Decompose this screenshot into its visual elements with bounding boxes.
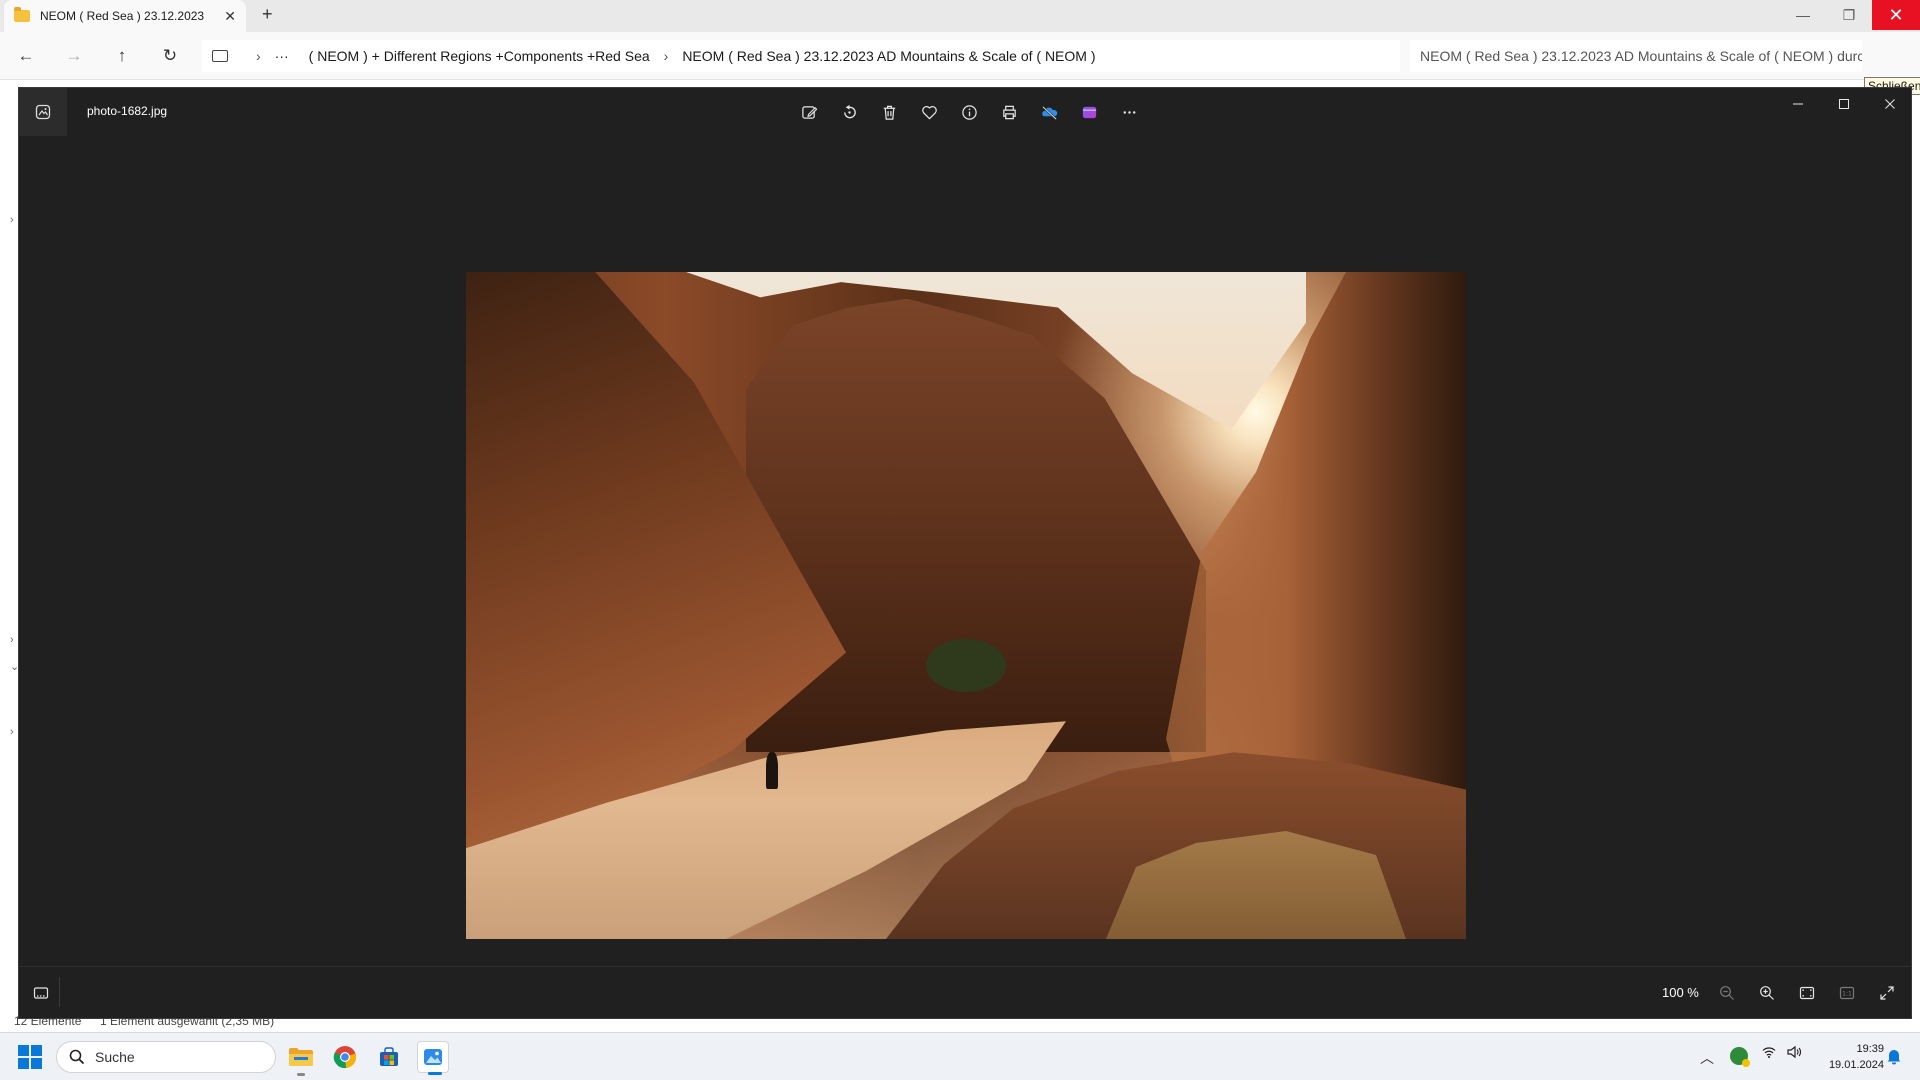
forward-button[interactable]: → [62, 44, 86, 68]
taskbar: Suche ︿ 19:39 19.01.2024 [0, 1032, 1920, 1080]
explorer-sidebar: › › ⌄ › [0, 130, 19, 1030]
image-canvas[interactable] [19, 136, 1911, 966]
breadcrumb-more[interactable]: ··· [275, 48, 289, 64]
heart-icon [921, 105, 937, 120]
breadcrumb-segment[interactable]: NEOM ( Red Sea ) 23.12.2023 AD Mountains… [682, 48, 1095, 64]
fit-to-window-icon [1799, 986, 1815, 1000]
tab-close-icon[interactable]: ✕ [224, 8, 236, 25]
printer-icon [1002, 105, 1016, 119]
rotate-button[interactable] [833, 98, 865, 126]
onedrive-button[interactable] [1033, 98, 1065, 126]
show-hidden-icons-button[interactable]: ︿ [1700, 1048, 1714, 1068]
taskbar-file-explorer[interactable] [285, 1041, 317, 1076]
volume-icon[interactable] [1786, 1045, 1802, 1062]
security-icon[interactable] [1730, 1047, 1750, 1067]
explorer-minimize-button[interactable]: — [1780, 0, 1826, 30]
photo-filename: photo-1682.jpg [87, 104, 168, 118]
system-clock[interactable]: 19:39 19.01.2024 [1814, 1041, 1884, 1073]
breadcrumb-segment[interactable]: ( NEOM ) + Different Regions +Components… [309, 48, 650, 64]
photos-minimize-button[interactable] [1775, 88, 1821, 120]
breadcrumb-separator: › [256, 48, 261, 64]
more-options-button[interactable] [1113, 98, 1145, 126]
explorer-tab-bar: NEOM ( Red Sea ) 23.12.2023 ✕ + — ❐ ✕ [0, 0, 1920, 32]
up-button[interactable]: ↑ [110, 44, 134, 68]
print-button[interactable] [993, 98, 1025, 126]
taskbar-search-box[interactable]: Suche [56, 1041, 276, 1073]
info-icon [961, 104, 977, 120]
photos-app-icon[interactable] [19, 88, 67, 136]
svg-text:1:1: 1:1 [1842, 991, 1852, 998]
photos-close-button[interactable] [1867, 88, 1913, 120]
minimize-icon [1793, 103, 1803, 105]
fullscreen-icon [1880, 986, 1894, 1000]
start-button[interactable] [18, 1045, 42, 1069]
actual-size-icon: 1:1 [1839, 986, 1855, 1000]
zoom-in-icon [1760, 986, 1774, 1000]
clock-date: 19.01.2024 [1828, 1059, 1884, 1071]
taskbar-chrome[interactable] [329, 1041, 361, 1073]
close-icon [1885, 99, 1895, 109]
edit-image-icon [801, 105, 817, 119]
store-icon [380, 1047, 398, 1066]
taskbar-microsoft-store[interactable] [373, 1041, 405, 1073]
clipchamp-button[interactable] [1073, 98, 1105, 126]
onedrive-icon [1041, 105, 1057, 120]
photos-title-bar: photo-1682.jpg [19, 88, 1911, 136]
file-info-button[interactable] [953, 98, 985, 126]
zoom-level[interactable]: 100 % [1662, 985, 1699, 1000]
filmstrip-button[interactable] [27, 979, 55, 1007]
address-bar[interactable]: › ··· ( NEOM ) + Different Regions +Comp… [202, 40, 1400, 72]
zoom-out-icon [1720, 986, 1734, 1000]
rotate-icon [843, 104, 856, 118]
edit-image-button[interactable] [793, 98, 825, 126]
fullscreen-button[interactable] [1875, 981, 1899, 1005]
search-input[interactable]: NEOM ( Red Sea ) 23.12.2023 AD Mountains… [1410, 40, 1862, 72]
new-tab-button[interactable]: + [262, 4, 273, 25]
more-icon [1123, 110, 1135, 114]
folder-icon [14, 7, 30, 22]
maximize-icon [1839, 99, 1849, 109]
refresh-button[interactable]: ↻ [158, 44, 182, 68]
photos-maximize-button[interactable] [1821, 88, 1867, 120]
favorite-button[interactable] [913, 98, 945, 126]
notification-bell-icon[interactable] [1886, 1047, 1902, 1065]
expand-chevron-icon[interactable]: › [10, 634, 14, 646]
zoom-out-button[interactable] [1715, 981, 1739, 1005]
photos-toolbar [793, 98, 1145, 126]
this-pc-icon [212, 50, 228, 62]
chrome-icon [333, 1046, 357, 1069]
actual-size-button[interactable]: 1:1 [1835, 981, 1859, 1005]
filmstrip-icon [33, 987, 49, 999]
breadcrumb-separator: › [663, 48, 669, 64]
clock-time: 19:39 [1856, 1043, 1884, 1055]
bottom-bar-divider [59, 977, 60, 1007]
zoom-in-button[interactable] [1755, 981, 1779, 1005]
back-button[interactable]: ← [14, 44, 38, 68]
explorer-close-button[interactable]: ✕ [1872, 0, 1920, 30]
taskbar-search-label: Suche [95, 1049, 135, 1065]
folder-icon [289, 1048, 313, 1066]
desert-canyon-photo[interactable] [466, 272, 1466, 939]
photos-viewer-window: photo-1682.jpg 100 % 1:1 [18, 87, 1912, 1019]
photos-icon [424, 1049, 442, 1065]
search-icon [69, 1049, 85, 1065]
expand-chevron-icon[interactable]: › [10, 214, 14, 226]
delete-button[interactable] [873, 98, 905, 126]
wifi-icon[interactable] [1762, 1045, 1776, 1062]
clipchamp-icon [1082, 106, 1096, 118]
explorer-tab[interactable]: NEOM ( Red Sea ) 23.12.2023 ✕ [4, 0, 246, 32]
explorer-tab-title: NEOM ( Red Sea ) 23.12.2023 [40, 9, 205, 23]
explorer-nav-bar: ← → ↑ ↻ › ··· ( NEOM ) + Different Regio… [0, 32, 1920, 95]
fit-to-window-button[interactable] [1795, 981, 1819, 1005]
photos-bottom-bar: 100 % 1:1 [19, 966, 1911, 1018]
expand-chevron-icon[interactable]: › [10, 726, 14, 738]
taskbar-photos[interactable] [417, 1041, 449, 1075]
windows-logo-icon [18, 1045, 29, 1056]
trash-icon [883, 105, 895, 120]
explorer-restore-button[interactable]: ❐ [1826, 0, 1872, 30]
